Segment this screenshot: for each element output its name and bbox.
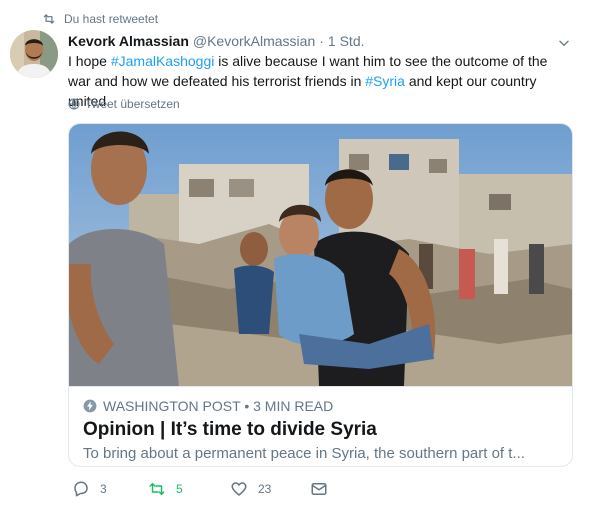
envelope-icon — [311, 483, 327, 495]
card-body: WASHINGTON POST • 3 MIN READ Opinion | I… — [69, 386, 572, 466]
link-card[interactable]: WASHINGTON POST • 3 MIN READ Opinion | I… — [68, 123, 573, 467]
hashtag-link[interactable]: #JamalKashoggi — [111, 53, 215, 69]
chevron-down-icon[interactable] — [557, 36, 571, 50]
timestamp[interactable]: 1 Std. — [328, 33, 365, 49]
reply-button[interactable]: 3 — [72, 480, 107, 498]
retweet-icon — [149, 483, 165, 495]
direct-message-button[interactable] — [310, 480, 328, 498]
tweet-header: Kevork Almassian @KevorkAlmassian · 1 St… — [68, 32, 575, 50]
reply-count: 3 — [100, 482, 107, 496]
card-title: Opinion | It’s time to divide Syria — [83, 419, 377, 440]
retweet-context: Du hast retweetet — [42, 10, 158, 28]
retweet-icon — [43, 14, 55, 24]
like-button[interactable]: 23 — [230, 480, 271, 498]
retweet-button[interactable]: 5 — [148, 480, 183, 498]
like-count: 23 — [258, 482, 272, 496]
author-name[interactable]: Kevork Almassian — [68, 33, 189, 49]
author-handle[interactable]: @KevorkAlmassian — [193, 33, 315, 49]
retweet-count: 5 — [176, 482, 183, 496]
tweet-text-part: I hope — [68, 53, 111, 69]
avatar[interactable] — [10, 30, 58, 78]
heart-icon — [231, 482, 247, 496]
retweet-context-label: Du hast retweetet — [64, 12, 159, 26]
lightning-icon — [83, 399, 97, 413]
translate-label: Tweet übersetzen — [85, 97, 180, 111]
card-image — [69, 124, 572, 386]
separator-dot: · — [319, 33, 324, 49]
globe-icon — [68, 98, 80, 110]
card-description: To bring about a permanent peace in Syri… — [83, 445, 525, 462]
reply-icon — [74, 481, 88, 497]
hashtag-link[interactable]: #Syria — [365, 73, 405, 89]
tweet-actions: 3 5 23 — [68, 480, 368, 502]
translate-tweet-link[interactable]: Tweet übersetzen — [68, 97, 180, 111]
card-source-label: WASHINGTON POST • 3 MIN READ — [103, 398, 334, 414]
card-source: WASHINGTON POST • 3 MIN READ — [83, 397, 560, 415]
avatar-image — [10, 30, 58, 78]
